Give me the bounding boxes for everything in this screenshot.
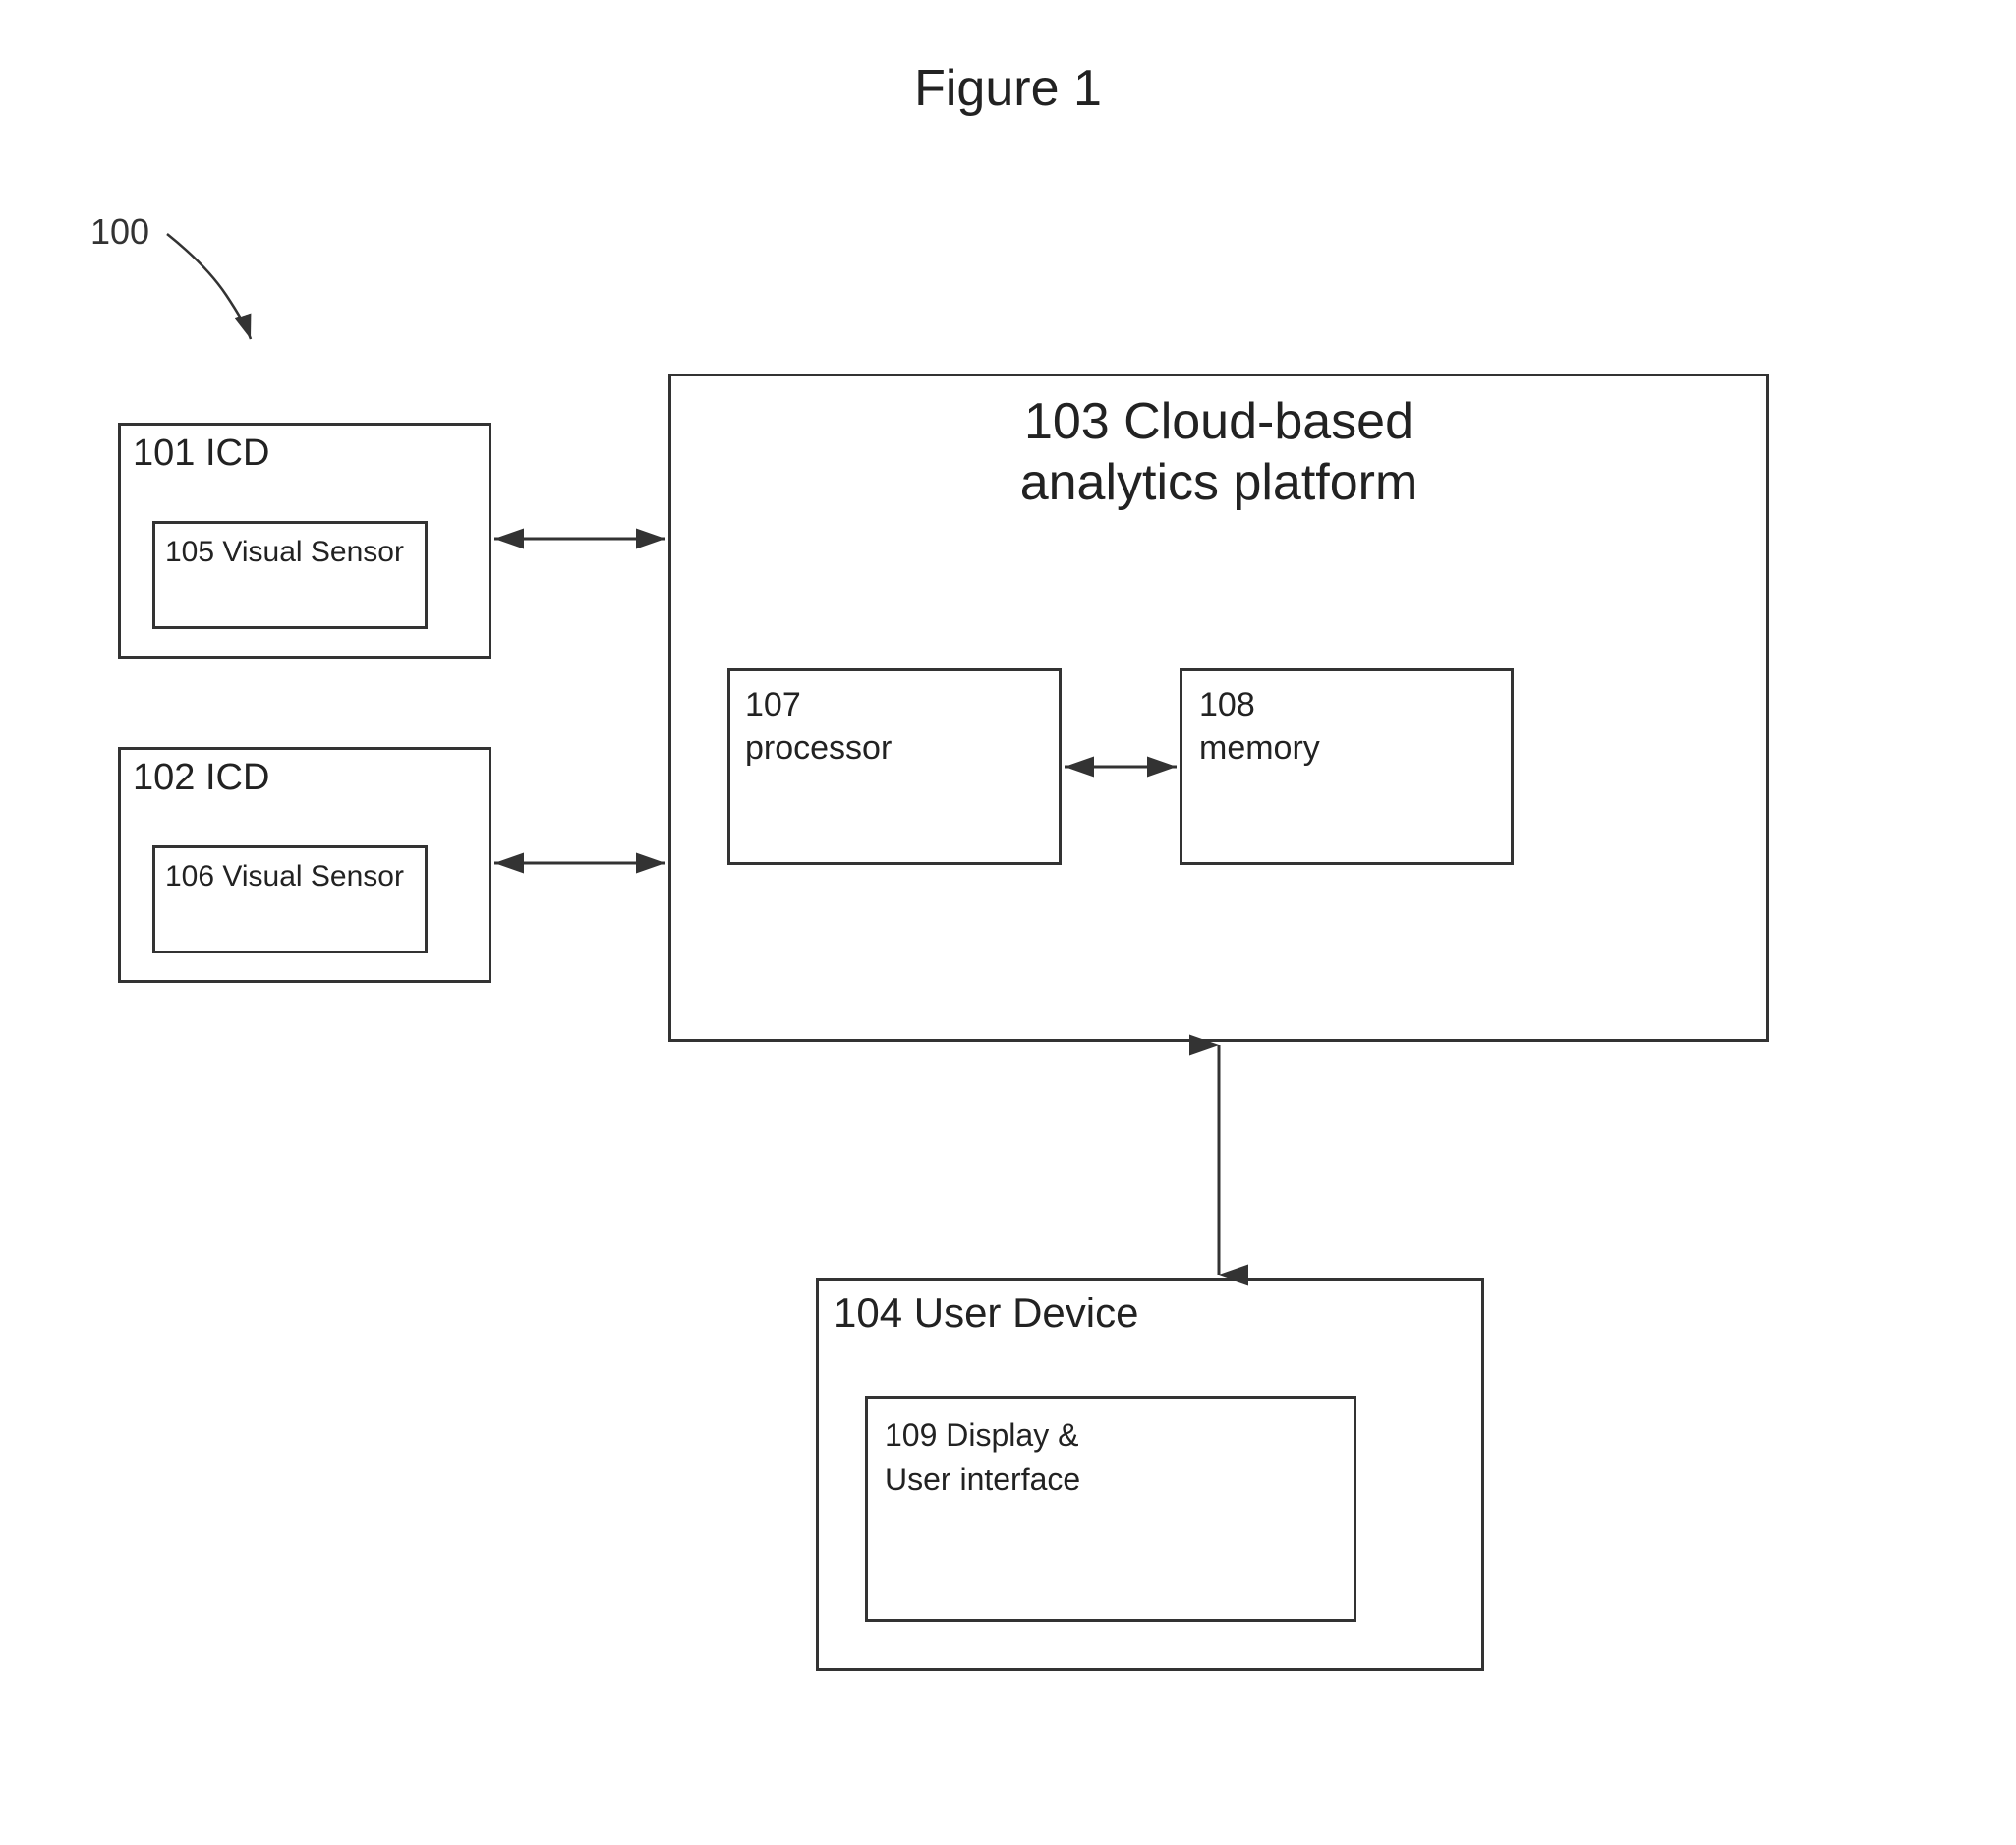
label-106-visual-sensor: 106 Visual Sensor xyxy=(165,860,404,894)
label-104-user-device: 104 User Device xyxy=(834,1290,1138,1337)
label-102-icd: 102 ICD xyxy=(133,757,269,799)
label-107-processor: 107processor xyxy=(745,683,892,770)
label-108-memory: 108memory xyxy=(1199,683,1320,770)
figure-title: Figure 1 xyxy=(0,0,2016,118)
diagram: Figure 1 100 101 ICD 105 Visual Sensor 1… xyxy=(0,0,2016,1845)
label-100: 100 xyxy=(90,211,149,253)
label-103-cloud-platform: 103 Cloud-basedanalytics platform xyxy=(806,391,1632,514)
label-101-icd: 101 ICD xyxy=(133,432,269,475)
label-109-display-ui: 109 Display &User interface xyxy=(885,1413,1080,1502)
label-105-visual-sensor: 105 Visual Sensor xyxy=(165,536,404,569)
